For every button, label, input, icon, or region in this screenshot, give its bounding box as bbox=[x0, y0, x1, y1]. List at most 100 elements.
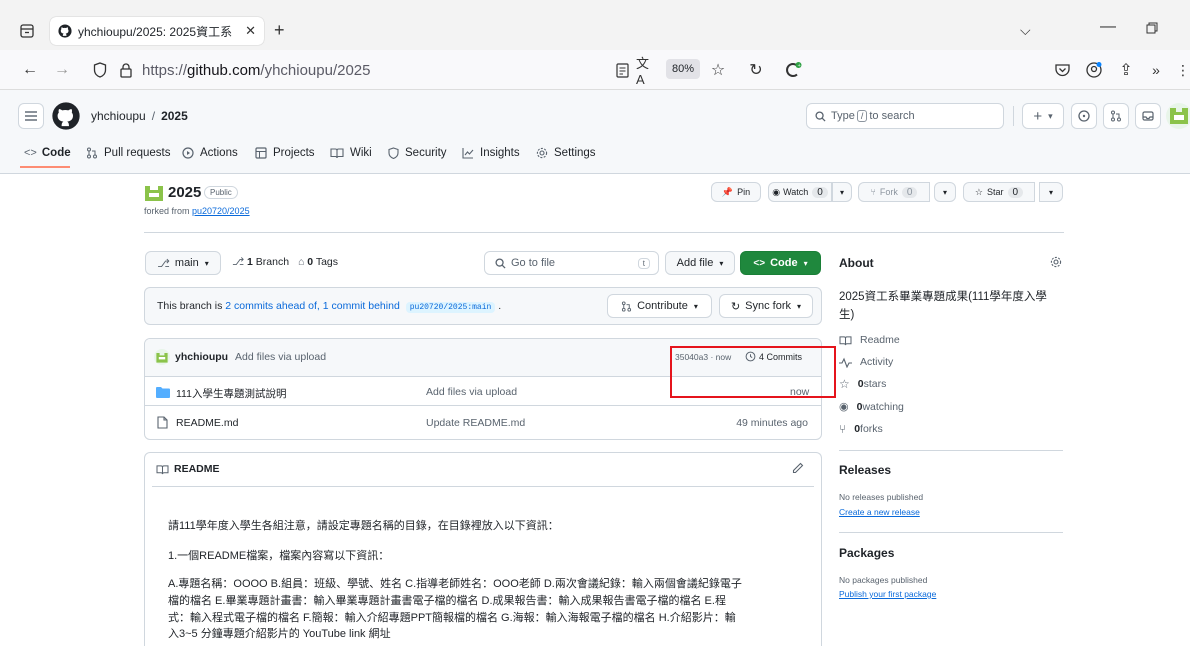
about-description: 2025資工系畢業專題成果(111學年度入學 生) bbox=[839, 288, 1047, 324]
about-description-line: 生) bbox=[839, 309, 855, 321]
code-button[interactable]: <> Code ▾ bbox=[740, 251, 821, 275]
forward-arrow-icon[interactable]: → bbox=[52, 60, 72, 80]
star-dropdown-button[interactable]: ▾ bbox=[1039, 182, 1063, 202]
file-name-folder[interactable]: 111入學生專題測試說明 bbox=[176, 386, 286, 401]
issues-button[interactable] bbox=[1071, 103, 1097, 129]
pull-requests-button[interactable] bbox=[1103, 103, 1129, 129]
new-tab-icon[interactable]: + bbox=[274, 20, 285, 41]
reload-icon[interactable]: ↻ bbox=[746, 60, 766, 80]
tab-wiki[interactable]: Wiki bbox=[330, 143, 372, 163]
about-activity-link[interactable]: Activity bbox=[839, 356, 893, 368]
tab-settings[interactable]: Settings bbox=[536, 143, 596, 163]
forked-from: forked from pu20720/2025 bbox=[144, 206, 250, 216]
commit-message[interactable]: Add files via upload bbox=[235, 351, 326, 363]
upstream-branch-badge[interactable]: pu20720/2025:main bbox=[405, 302, 496, 313]
watch-dropdown-button[interactable]: ▾ bbox=[832, 182, 852, 202]
pencil-icon[interactable] bbox=[792, 462, 804, 474]
lock-icon[interactable] bbox=[116, 60, 136, 80]
minimize-icon[interactable]: — bbox=[1100, 18, 1116, 36]
fork-button[interactable]: ⑂ Fork 0 bbox=[858, 182, 930, 202]
zoom-level[interactable]: 80% bbox=[666, 59, 701, 79]
star-bookmark-icon[interactable]: ☆ bbox=[708, 60, 728, 80]
packages-none: No packages published bbox=[839, 575, 928, 585]
add-file-button[interactable]: Add file ▾ bbox=[665, 251, 735, 275]
sync-icon: ↻ bbox=[730, 300, 741, 313]
file-commit-message[interactable]: Add files via upload bbox=[426, 386, 517, 398]
commits-behind-link[interactable]: 1 commit behind bbox=[323, 300, 400, 312]
tab-security[interactable]: Security bbox=[388, 143, 447, 163]
file-commit-message[interactable]: Update README.md bbox=[426, 417, 525, 429]
releases-title[interactable]: Releases bbox=[839, 463, 891, 477]
menu-dots-icon[interactable]: ⋮ bbox=[1176, 60, 1190, 80]
readme-paragraph-3: A.專題名稱：OOOO B.組員：班級、學號、姓名 C.指導老師姓名：OOO老師… bbox=[168, 576, 818, 643]
watch-count: 0 bbox=[812, 186, 828, 198]
about-stars-link[interactable]: ☆ 0 stars bbox=[839, 377, 886, 391]
account-icon[interactable] bbox=[1084, 60, 1104, 80]
inbox-button[interactable] bbox=[1135, 103, 1161, 129]
tab-code[interactable]: <> Code bbox=[24, 143, 71, 163]
tab-insights[interactable]: Insights bbox=[462, 143, 520, 163]
tab-settings-label: Settings bbox=[554, 147, 596, 159]
tab-list-icon[interactable] bbox=[20, 24, 34, 38]
readme-title[interactable]: README bbox=[174, 463, 220, 475]
readme-line: A.專題名稱：OOOO B.組員：班級、學號、姓名 C.指導老師姓名：OOO老師… bbox=[168, 578, 742, 590]
file-name-readme[interactable]: README.md bbox=[176, 417, 238, 429]
commits-ahead-link[interactable]: 2 commits ahead of, bbox=[225, 300, 320, 312]
about-watching-link[interactable]: ◉ 0 watching bbox=[839, 400, 904, 414]
about-forks-link[interactable]: ⑂ 0 forks bbox=[839, 422, 883, 436]
tags-link[interactable]: ⌂ 0 Tags bbox=[298, 256, 338, 268]
back-arrow-icon[interactable]: ← bbox=[20, 60, 40, 80]
branch-select-button[interactable]: ⎇ main ▾ bbox=[145, 251, 221, 275]
about-readme-link[interactable]: Readme bbox=[839, 334, 900, 346]
about-readme-label: Readme bbox=[860, 334, 900, 346]
tab-pull-requests[interactable]: Pull requests bbox=[86, 143, 170, 163]
github-favicon-icon bbox=[58, 24, 72, 38]
go-to-file-key: t bbox=[637, 257, 650, 269]
commit-author-avatar[interactable] bbox=[154, 349, 170, 365]
create-new-button[interactable]: + ▾ bbox=[1022, 103, 1064, 129]
branches-link[interactable]: ⎇ 1 Branch bbox=[232, 256, 289, 268]
eye-icon: ◉ bbox=[839, 401, 849, 413]
forked-from-link[interactable]: pu20720/2025 bbox=[192, 206, 250, 216]
browser-tab[interactable]: yhchioupu/2025: 2025資工系 ✕ bbox=[50, 17, 264, 45]
tab-actions[interactable]: Actions bbox=[182, 143, 238, 163]
share-icon[interactable]: ⇪ bbox=[1116, 60, 1136, 80]
publish-package-link[interactable]: Publish your first package bbox=[839, 589, 936, 599]
tab-actions-label: Actions bbox=[200, 147, 238, 159]
sync-fork-button[interactable]: ↻ Sync fork ▾ bbox=[719, 294, 813, 318]
contribute-button[interactable]: Contribute ▾ bbox=[607, 294, 712, 318]
tab-projects[interactable]: Projects bbox=[255, 143, 315, 163]
commit-author[interactable]: yhchioupu bbox=[175, 351, 228, 363]
about-description-line: 2025資工系畢業專題成果(111學年度入學 bbox=[839, 291, 1047, 303]
overflow-icon[interactable]: » bbox=[1146, 60, 1166, 80]
branch-status-prefix: This branch is bbox=[157, 300, 226, 312]
pocket-icon[interactable] bbox=[1052, 60, 1072, 80]
shield-icon[interactable] bbox=[90, 60, 110, 80]
github-search-input[interactable]: Type / to search bbox=[806, 103, 1004, 129]
user-avatar[interactable] bbox=[1166, 103, 1190, 129]
chevron-down-icon[interactable]: ⌵ bbox=[1020, 22, 1031, 39]
search-icon bbox=[495, 257, 506, 269]
pin-button[interactable]: 📌 Pin bbox=[711, 182, 761, 202]
go-to-file-input[interactable]: Go to file t bbox=[484, 251, 659, 275]
packages-title[interactable]: Packages bbox=[839, 546, 894, 560]
tags-label: Tags bbox=[313, 256, 339, 268]
restore-icon[interactable] bbox=[1146, 22, 1158, 34]
breadcrumb-owner[interactable]: yhchioupu bbox=[91, 109, 146, 123]
star-button[interactable]: ☆ Star 0 bbox=[963, 182, 1035, 202]
repo-title[interactable]: 2025 bbox=[168, 184, 201, 201]
breadcrumb-repo[interactable]: 2025 bbox=[161, 109, 188, 123]
github-logo-icon[interactable] bbox=[52, 102, 80, 130]
translate-icon[interactable]: 文A bbox=[636, 56, 656, 87]
search-suffix: to search bbox=[869, 110, 915, 122]
reader-view-icon[interactable] bbox=[612, 60, 632, 80]
hamburger-menu-button[interactable] bbox=[18, 103, 44, 129]
watch-button[interactable]: ◉ Watch 0 bbox=[768, 182, 832, 202]
close-tab-icon[interactable]: ✕ bbox=[245, 23, 256, 39]
gear-icon[interactable] bbox=[1050, 256, 1062, 268]
fork-dropdown-button[interactable]: ▾ bbox=[934, 182, 956, 202]
extension-c-icon[interactable]: + bbox=[784, 60, 804, 80]
gear-icon bbox=[536, 147, 554, 159]
fork-icon: ⑂ bbox=[870, 187, 876, 197]
create-release-link[interactable]: Create a new release bbox=[839, 507, 920, 517]
